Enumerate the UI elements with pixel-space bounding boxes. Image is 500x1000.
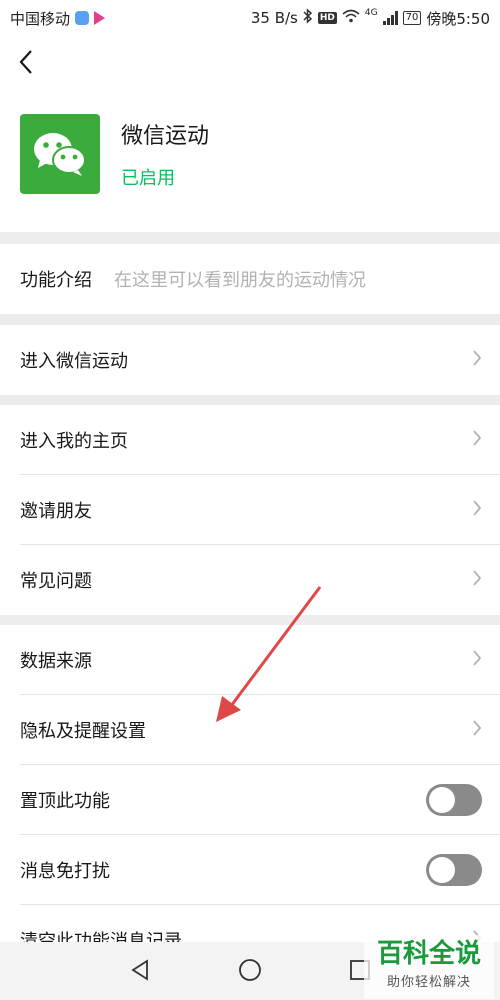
circle-home-icon (238, 958, 262, 986)
app-name: 微信运动 (121, 124, 210, 149)
data-source-row[interactable]: 数据来源 (0, 625, 500, 695)
privacy-settings-row[interactable]: 隐私及提醒设置 (0, 695, 500, 765)
chevron-right-icon (472, 429, 482, 452)
chevron-right-icon (472, 569, 482, 592)
network-speed: 35 B/s (250, 9, 298, 27)
privacy-settings-label: 隐私及提醒设置 (20, 721, 146, 742)
pin-feature-row: 置顶此功能 (0, 765, 500, 835)
toggle-knob (429, 787, 455, 813)
chevron-right-icon (472, 719, 482, 742)
mute-messages-row: 消息免打扰 (0, 835, 500, 905)
watermark-title: 百科全说 (376, 939, 481, 969)
my-homepage-row[interactable]: 进入我的主页 (0, 405, 500, 475)
chevron-right-icon (472, 349, 482, 372)
video-app-notification-icon (94, 11, 106, 25)
pin-feature-label: 置顶此功能 (20, 791, 110, 812)
feature-intro-description: 在这里可以看到朋友的运动情况 (114, 270, 366, 291)
invite-friends-label: 邀请朋友 (20, 501, 92, 522)
chevron-right-icon (472, 499, 482, 522)
chevron-left-icon (18, 49, 34, 79)
my-homepage-label: 进入我的主页 (20, 431, 128, 452)
hd-badge: HD (317, 12, 337, 24)
chevron-right-icon (472, 649, 482, 672)
invite-friends-row[interactable]: 邀请朋友 (0, 475, 500, 545)
watermark-subtitle: 助你轻松解决 (386, 975, 471, 990)
data-source-label: 数据来源 (20, 651, 92, 672)
toggle-knob (429, 857, 455, 883)
wechat-logo-icon (20, 114, 100, 194)
status-bar: 中国移动 35 B/s HD 4G 70 傍晚5:50 (0, 0, 500, 36)
carrier-name: 中国移动 (10, 9, 71, 28)
faq-label: 常见问题 (20, 571, 92, 592)
enter-wechat-sport-label: 进入微信运动 (20, 351, 128, 372)
back-button[interactable] (8, 44, 44, 84)
battery-level: 70 (402, 11, 422, 25)
pin-feature-toggle[interactable] (426, 784, 482, 816)
clock: 傍晚5:50 (426, 9, 490, 28)
network-type: 4G (364, 7, 378, 18)
feature-intro-label: 功能介绍 (20, 270, 92, 291)
watermark: 百科全说 助你轻松解决 (364, 935, 494, 999)
nav-home-button[interactable] (236, 958, 264, 986)
bluetooth-icon (303, 8, 313, 28)
app-header: 微信运动 已启用 (0, 36, 500, 232)
app-notification-icon (75, 11, 90, 25)
app-status: 已启用 (121, 168, 175, 189)
feature-intro-row: 功能介绍 在这里可以看到朋友的运动情况 (0, 244, 500, 314)
triangle-back-icon (130, 959, 150, 985)
nav-back-button[interactable] (126, 958, 154, 986)
mute-messages-label: 消息免打扰 (20, 861, 110, 882)
mute-messages-toggle[interactable] (426, 854, 482, 886)
faq-row[interactable]: 常见问题 (0, 545, 500, 615)
wifi-icon (342, 9, 360, 27)
signal-icon (382, 11, 398, 25)
enter-wechat-sport-row[interactable]: 进入微信运动 (0, 325, 500, 395)
